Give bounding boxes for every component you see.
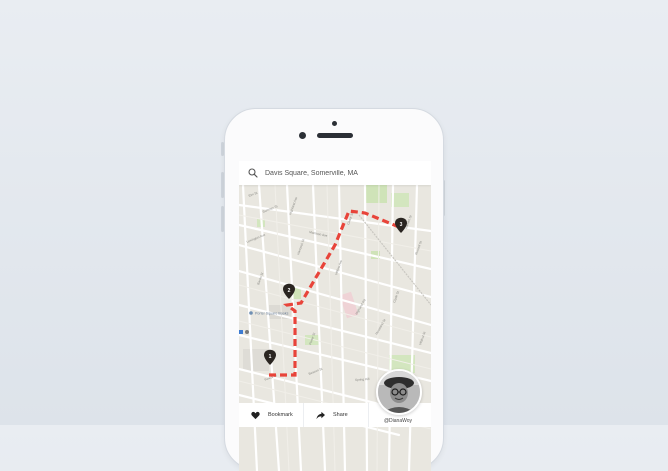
username-label: @DianaWoy [383, 418, 413, 424]
front-camera [332, 121, 337, 126]
bookmark-button[interactable]: Bookmark [239, 403, 304, 427]
avatar[interactable] [376, 369, 422, 415]
search-icon [248, 168, 258, 178]
map-view[interactable]: Elm St Highland Ave Summer St Cedar St M… [239, 185, 431, 471]
share-button[interactable]: Share [304, 403, 369, 427]
pin-label: 2 [288, 288, 291, 294]
pin-label: 3 [400, 222, 403, 228]
camera-sensor [299, 132, 306, 139]
place-marker-icon [249, 311, 253, 315]
search-input[interactable] [265, 169, 415, 177]
search-bar[interactable] [239, 161, 431, 185]
bookmark-label: Bookmark [268, 412, 293, 418]
heart-icon [251, 411, 260, 419]
map-canvas[interactable]: Elm St Highland Ave Summer St Cedar St M… [239, 185, 431, 471]
earpiece-speaker [317, 133, 353, 138]
pin-label: 1 [269, 354, 272, 360]
place-label: Porter Square Books [255, 312, 289, 316]
park-area [365, 185, 387, 203]
transit-icon [239, 330, 243, 334]
phone-frame: Elm St Highland Ave Summer St Cedar St M… [224, 108, 444, 471]
share-label: Share [333, 412, 348, 418]
avatar-photo [378, 371, 420, 413]
transit-icon [245, 330, 249, 334]
share-arrow-icon [316, 411, 325, 419]
